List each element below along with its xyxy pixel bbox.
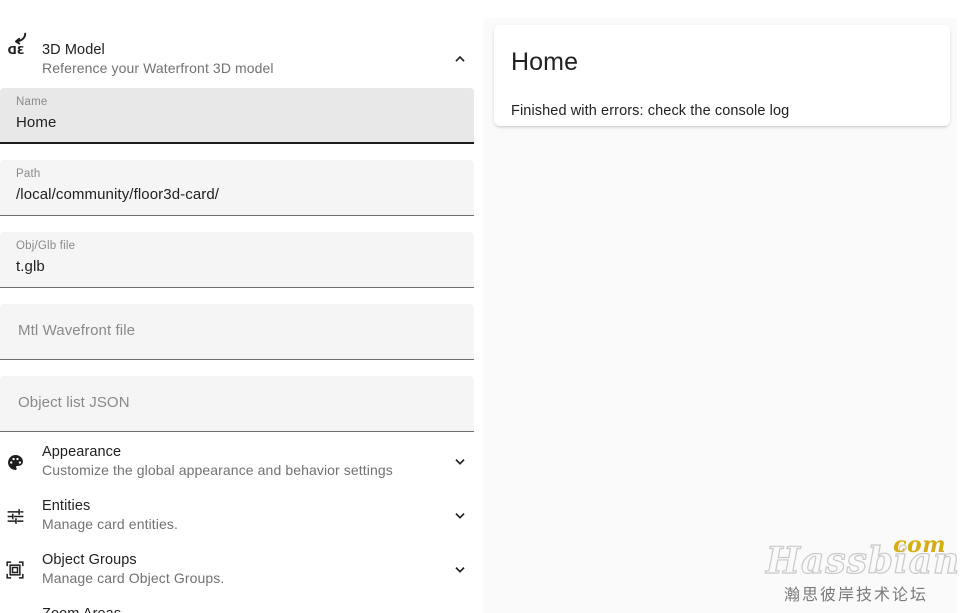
field-placeholder-mtl: Mtl Wavefront file: [18, 322, 136, 339]
preview-card-error-message: Finished with errors: check the console …: [511, 103, 790, 119]
field-value-objglb: t.glb: [16, 258, 45, 275]
field-label-path: Path: [16, 168, 41, 180]
section-title-entities: Entities: [42, 498, 91, 514]
section-subtitle-object-groups: Manage card Object Groups.: [42, 570, 225, 586]
select-group-icon: [3, 558, 27, 582]
chevron-down-icon[interactable]: [448, 450, 472, 474]
section-header-object-groups[interactable]: Object Groups Manage card Object Groups.: [0, 552, 480, 586]
field-mtl[interactable]: Mtl Wavefront file: [0, 304, 474, 360]
section-subtitle-3d-model: Reference your Waterfront 3D model: [42, 60, 274, 76]
preview-card[interactable]: Home Finished with errors: check the con…: [494, 25, 950, 126]
section-title-3d-model: 3D Model: [42, 42, 105, 58]
section-subtitle-appearance: Customize the global appearance and beha…: [42, 462, 393, 478]
section-subtitle-entities: Manage card entities.: [42, 516, 178, 532]
watermark: Hassbian com 瀚思彼岸技术论坛: [765, 532, 959, 609]
section-header-entities[interactable]: Entities Manage card entities.: [0, 498, 480, 532]
palette-icon: [3, 450, 27, 474]
field-placeholder-objectlist: Object list JSON: [18, 394, 130, 411]
section-text-entities: Entities Manage card entities.: [42, 498, 178, 534]
app-root: 3D 3D Model Reference your Waterfront 3D…: [0, 0, 960, 613]
section-title-appearance: Appearance: [42, 444, 122, 460]
section-header-3d-model[interactable]: 3D 3D Model Reference your Waterfront 3D…: [0, 0, 480, 88]
chevron-down-icon[interactable]: [448, 504, 472, 528]
field-objglb[interactable]: Obj/Glb file t.glb: [0, 232, 474, 288]
watermark-subtitle: 瀚思彼岸技术论坛: [783, 585, 928, 604]
preview-card-title: Home: [511, 48, 579, 76]
field-label-name: Name: [16, 96, 48, 108]
section-header-text: 3D Model Reference your Waterfront 3D mo…: [42, 26, 480, 78]
field-value-name: Home: [16, 114, 57, 131]
svg-text:3D: 3D: [8, 44, 25, 57]
field-objectlist[interactable]: Object list JSON: [0, 376, 474, 432]
card-preview-pane: Home Finished with errors: check the con…: [483, 18, 957, 613]
chevron-up-icon[interactable]: [448, 46, 472, 70]
section-title-zoom-areas: Zoom Areas: [42, 606, 209, 613]
section-title-object-groups: Object Groups: [42, 552, 137, 568]
rotate-3d-icon: 3D: [3, 24, 29, 60]
section-text-object-groups: Object Groups Manage card Object Groups.: [42, 552, 224, 588]
field-label-objglb: Obj/Glb file: [16, 240, 76, 252]
tune-icon: [3, 504, 27, 528]
field-name[interactable]: Name Home: [0, 88, 474, 144]
section-header-appearance[interactable]: Appearance Customize the global appearan…: [0, 444, 480, 478]
section-text-zoom-areas: Zoom Areas Manage card Zoom Areas.: [42, 606, 209, 613]
watermark-tld: com: [893, 532, 946, 558]
section-text-appearance: Appearance Customize the global appearan…: [42, 444, 393, 480]
field-value-path: /local/community/floor3d-card/: [16, 186, 220, 203]
chevron-down-icon[interactable]: [448, 558, 472, 582]
card-editor-pane: 3D 3D Model Reference your Waterfront 3D…: [0, 0, 480, 613]
field-path[interactable]: Path /local/community/floor3d-card/: [0, 160, 474, 216]
